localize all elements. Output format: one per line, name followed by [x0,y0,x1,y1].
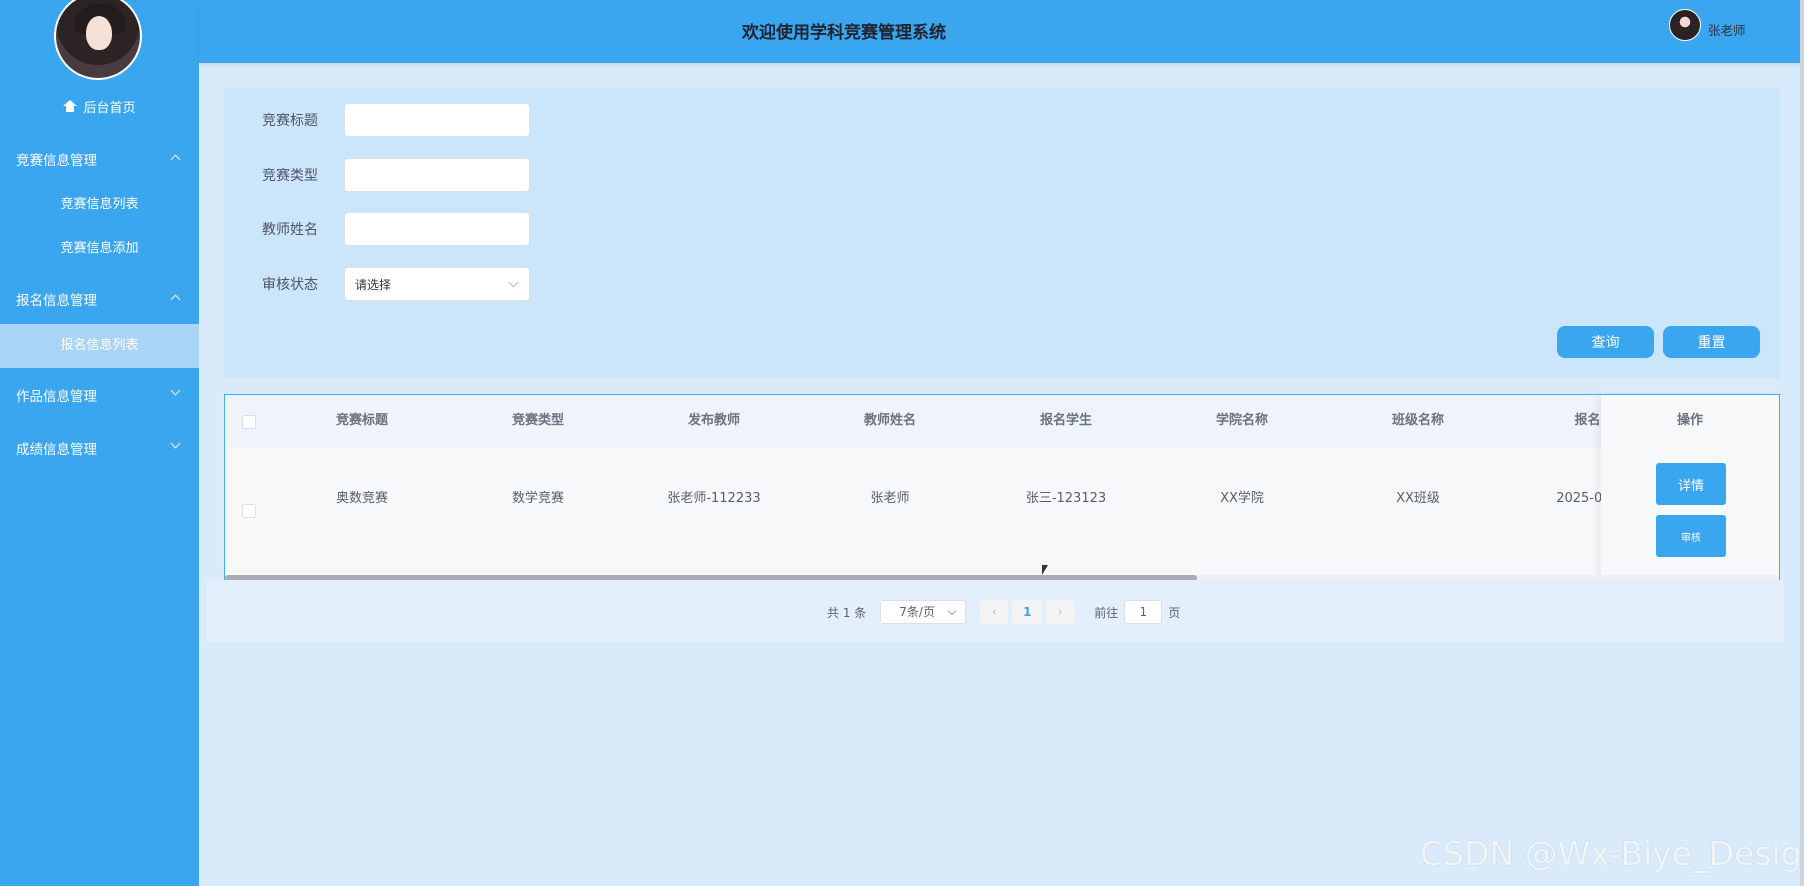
search-panel: 竞赛标题 竞赛类型 教师姓名 审核状态 请选择 查询 重置 [224,88,1781,379]
sidebar-group-registration[interactable]: 报名信息管理 [0,287,199,309]
top-header: 欢迎使用学科竞赛管理系统 张老师 [199,0,1804,63]
page-title: 欢迎使用学科竞赛管理系统 [742,23,946,43]
sidebar-group-label: 竞赛信息管理 [16,153,97,169]
avatar [54,0,142,80]
home-icon [63,100,78,112]
goto-page-input[interactable] [1124,600,1163,624]
sidebar-item-registration-list[interactable]: 报名信息列表 [0,324,199,368]
goto-label: 前往 [1094,605,1119,620]
sidebar-group-label: 成绩信息管理 [16,442,97,458]
field-label: 教师姓名 [262,222,318,238]
search-row-status: 审核状态 请选择 [262,267,530,301]
page-number-current[interactable]: 1 [1012,600,1043,624]
page-suffix: 页 [1168,605,1181,620]
review-status-select[interactable]: 请选择 [344,267,530,301]
table-cell: XX学院 [1220,491,1264,506]
detail-button[interactable]: 详情 [1656,463,1726,505]
sidebar-item-competition-add[interactable]: 竞赛信息添加 [0,238,199,260]
sidebar-group-label: 报名信息管理 [16,293,97,309]
select-placeholder: 请选择 [355,277,392,292]
column-header: 班级名称 [1391,413,1444,428]
window-edge [1800,0,1804,886]
sidebar-group-label: 作品信息管理 [16,389,97,405]
select-all-checkbox[interactable] [242,415,256,429]
sidebar-item-home[interactable]: 后台首页 [0,96,199,116]
table-cell: 奥数竞赛 [335,491,388,506]
sidebar-group-scores[interactable]: 成绩信息管理 [0,436,199,458]
column-header: 学院名称 [1215,413,1268,428]
table-cell: 张三-123123 [1025,491,1107,506]
table-cell: 张老师 [870,491,910,506]
chevron-left-icon: ‹ [991,604,997,620]
sidebar-group-competition[interactable]: 竞赛信息管理 [0,147,199,169]
mouse-cursor-icon [1042,565,1048,575]
teacher-name-input[interactable] [344,212,530,246]
column-header: 竞赛类型 [511,413,564,428]
chevron-down-icon [508,277,519,288]
table-cell: XX班级 [1396,491,1440,506]
query-button[interactable]: 查询 [1557,326,1654,358]
sidebar-home-label: 后台首页 [83,100,136,116]
review-button[interactable]: 审核 [1656,515,1726,557]
total-count: 共 1 条 [827,605,867,620]
column-header: 报名学生 [1039,413,1092,428]
competition-title-input[interactable] [344,103,530,137]
sidebar: 后台首页 竞赛信息管理 竞赛信息列表 竞赛信息添加 报名信息管理 报名信息列表 … [0,0,199,886]
table-header: 竞赛标题 竞赛类型 发布教师 教师姓名 报名学生 学院名称 班级名称 报名时 [225,395,1779,447]
chevron-up-icon [170,154,181,165]
page-size-select[interactable]: 7条/页 [880,600,967,624]
column-header: 教师姓名 [863,413,916,428]
table-cell: 张老师-112233 [667,491,761,506]
chevron-down-icon [948,606,957,616]
column-header: 发布教师 [687,413,740,428]
chevron-down-icon [170,385,181,396]
action-column: 操作 详情 审核 [1601,395,1779,581]
field-label: 竞赛标题 [262,113,318,129]
chevron-up-icon [170,294,181,305]
search-row-title: 竞赛标题 [262,103,530,137]
column-header: 竞赛标题 [335,413,388,428]
chevron-right-icon: › [1057,604,1063,620]
pagination-bar: 共 1 条 7条/页 ‹ 1 › 前往 页 [206,580,1784,641]
row-checkbox[interactable] [242,504,256,518]
competition-type-input[interactable] [344,158,530,192]
table-cell: 数学竞赛 [511,491,564,506]
watermark: CSDN @Wx-Biye_Design [1420,834,1804,873]
page-size-value: 7条/页 [899,605,935,619]
field-label: 竞赛类型 [262,168,318,184]
sidebar-group-works[interactable]: 作品信息管理 [0,383,199,405]
next-page-button[interactable]: › [1046,600,1075,624]
column-header-actions: 操作 [1676,413,1703,428]
prev-page-button[interactable]: ‹ [980,600,1009,624]
reset-button[interactable]: 重置 [1663,326,1760,358]
field-label: 审核状态 [262,277,318,293]
sidebar-item-competition-list[interactable]: 竞赛信息列表 [0,194,199,216]
pagination: 共 1 条 7条/页 ‹ 1 › 前往 页 [827,600,1180,624]
search-row-type: 竞赛类型 [262,158,530,192]
user-name[interactable]: 张老师 [1708,20,1746,39]
chevron-down-icon [170,438,181,449]
search-row-teacher: 教师姓名 [262,212,530,246]
data-table: 竞赛标题 竞赛类型 发布教师 教师姓名 报名学生 学院名称 班级名称 报名时 奥… [224,394,1780,582]
user-avatar[interactable] [1669,9,1701,41]
